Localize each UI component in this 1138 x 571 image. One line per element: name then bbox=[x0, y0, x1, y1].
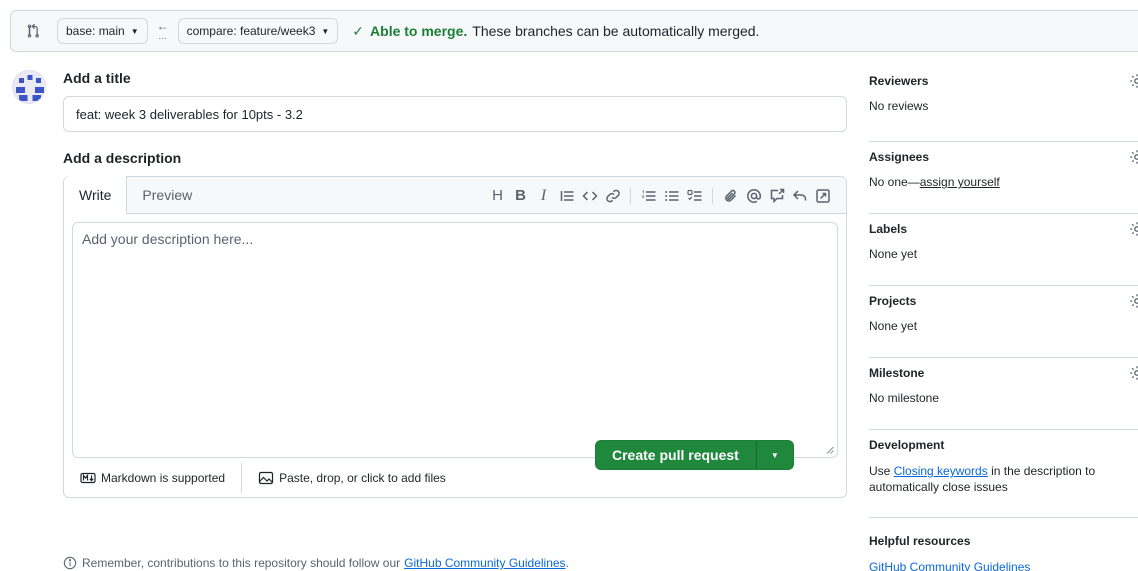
assignees-none: No one— bbox=[869, 175, 920, 189]
info-icon bbox=[63, 556, 77, 570]
check-icon: ✓ bbox=[352, 22, 365, 39]
sidebar-helpful-resources: Helpful resources GitHub Community Guide… bbox=[869, 518, 1138, 571]
gear-icon[interactable] bbox=[1129, 293, 1138, 309]
create-pr-group: Create pull request ▼ bbox=[595, 440, 794, 470]
resize-handle-icon[interactable] bbox=[826, 446, 834, 454]
attach-label: Paste, drop, or click to add files bbox=[279, 471, 446, 485]
tab-write[interactable]: Write bbox=[64, 176, 128, 214]
sidebar-reviewers: Reviewers No reviews bbox=[869, 70, 1138, 142]
caret-down-icon: ▼ bbox=[130, 26, 139, 36]
paperclip-icon[interactable] bbox=[719, 184, 742, 208]
assign-yourself-link[interactable]: assign yourself bbox=[920, 175, 1000, 189]
mention-icon[interactable] bbox=[742, 184, 765, 208]
assignees-value: No one—assign yourself bbox=[869, 175, 1138, 189]
community-guidelines-link[interactable]: GitHub Community Guidelines bbox=[404, 556, 565, 570]
create-pull-request-button[interactable]: Create pull request bbox=[595, 440, 756, 470]
unordered-list-icon[interactable] bbox=[660, 184, 683, 208]
labels-title: Labels bbox=[869, 222, 908, 236]
assignees-title: Assignees bbox=[869, 150, 930, 164]
fullscreen-icon[interactable] bbox=[811, 184, 834, 208]
sidebar-development: Development Use Closing keywords in the … bbox=[869, 430, 1138, 518]
code-icon[interactable] bbox=[578, 184, 601, 208]
reviewers-value: No reviews bbox=[869, 99, 929, 113]
reviewers-title: Reviewers bbox=[869, 74, 929, 88]
title-input[interactable] bbox=[63, 96, 847, 132]
compare-branch-select[interactable]: compare: feature/week3 ▼ bbox=[177, 18, 339, 44]
markdown-label: Markdown is supported bbox=[101, 471, 226, 485]
markdown-supported-link[interactable]: Markdown is supported bbox=[64, 459, 241, 497]
italic-icon[interactable]: I bbox=[532, 184, 555, 208]
closing-keywords-link[interactable]: Closing keywords bbox=[894, 464, 988, 478]
gear-icon[interactable] bbox=[1129, 365, 1138, 381]
helpful-guidelines-link[interactable]: GitHub Community Guidelines bbox=[869, 560, 1138, 571]
main-column: Add a title Add a description Write Prev… bbox=[63, 70, 847, 498]
remember-text: Remember, contributions to this reposito… bbox=[82, 556, 401, 570]
gear-icon[interactable] bbox=[1129, 149, 1138, 165]
reply-icon[interactable] bbox=[788, 184, 811, 208]
sidebar-milestone: Milestone No milestone bbox=[869, 358, 1138, 430]
gear-icon[interactable] bbox=[1129, 73, 1138, 89]
sidebar-assignees: Assignees No one—assign yourself bbox=[869, 142, 1138, 214]
projects-title: Projects bbox=[869, 294, 917, 308]
ordered-list-icon[interactable] bbox=[637, 184, 660, 208]
toolbar-divider bbox=[712, 187, 713, 204]
link-icon[interactable] bbox=[601, 184, 624, 208]
projects-value: None yet bbox=[869, 319, 918, 333]
markdown-icon bbox=[80, 472, 96, 484]
markdown-toolbar: H B I bbox=[486, 177, 834, 214]
merge-desc-text: These branches can be automatically merg… bbox=[472, 23, 760, 39]
sidebar: Reviewers No reviews Assignees No one—as… bbox=[869, 70, 1138, 571]
editor-header: Write Preview H B I bbox=[64, 176, 846, 214]
arrow-left-icon: ←… bbox=[156, 19, 169, 41]
base-branch-select[interactable]: base: main ▼ bbox=[57, 18, 148, 44]
sidebar-labels: Labels None yet bbox=[869, 214, 1138, 286]
description-label: Add a description bbox=[63, 150, 182, 166]
quote-icon[interactable] bbox=[555, 184, 578, 208]
caret-down-icon: ▼ bbox=[321, 26, 330, 36]
toolbar-divider bbox=[630, 187, 631, 204]
labels-value: None yet bbox=[869, 247, 918, 261]
contribution-note: Remember, contributions to this reposito… bbox=[63, 556, 569, 570]
helpful-title: Helpful resources bbox=[869, 534, 971, 548]
merge-ok-text: Able to merge. bbox=[370, 23, 468, 39]
base-branch-label: base: main bbox=[66, 24, 125, 38]
git-compare-icon bbox=[25, 23, 41, 39]
heading-icon[interactable]: H bbox=[486, 184, 509, 208]
tab-preview[interactable]: Preview bbox=[127, 176, 207, 213]
title-label: Add a title bbox=[63, 70, 131, 86]
image-icon bbox=[258, 471, 274, 485]
sidebar-projects: Projects None yet bbox=[869, 286, 1138, 358]
development-text: Use Closing keywords in the description … bbox=[869, 463, 1109, 495]
cross-reference-icon[interactable] bbox=[765, 184, 788, 208]
gear-icon[interactable] bbox=[1129, 221, 1138, 237]
attach-files-button[interactable]: Paste, drop, or click to add files bbox=[242, 459, 462, 497]
compare-bar: base: main ▼ ←… compare: feature/week3 ▼… bbox=[10, 10, 1138, 52]
remember-suffix: . bbox=[565, 556, 569, 570]
avatar bbox=[12, 70, 46, 104]
development-prefix: Use bbox=[869, 464, 891, 478]
milestone-value: No milestone bbox=[869, 391, 940, 405]
compare-branch-label: compare: feature/week3 bbox=[186, 24, 316, 38]
task-list-icon[interactable] bbox=[683, 184, 706, 208]
milestone-title: Milestone bbox=[869, 366, 925, 380]
bold-icon[interactable]: B bbox=[509, 184, 532, 208]
description-textarea[interactable] bbox=[73, 223, 837, 457]
description-textarea-wrap bbox=[72, 222, 838, 458]
development-title: Development bbox=[869, 438, 945, 452]
merge-status: ✓ Able to merge. These branches can be a… bbox=[352, 23, 759, 40]
create-pr-options-caret-icon[interactable]: ▼ bbox=[755, 440, 794, 470]
